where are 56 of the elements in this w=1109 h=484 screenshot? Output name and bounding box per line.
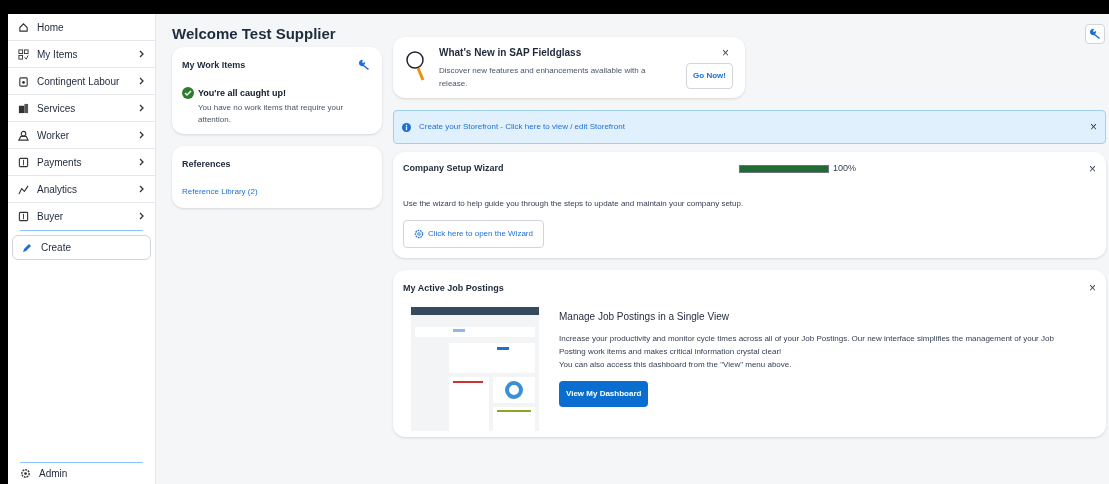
close-button[interactable]: × bbox=[718, 46, 733, 59]
chevron-right-icon bbox=[139, 158, 145, 166]
menu-item-icon bbox=[18, 48, 29, 60]
close-button[interactable]: × bbox=[1089, 282, 1096, 295]
gear-icon bbox=[20, 468, 31, 479]
menu-item-icon bbox=[18, 75, 29, 87]
pen-icon bbox=[21, 241, 33, 254]
status-message: You have no work items that require your attention. bbox=[198, 102, 345, 126]
card-title: My Work Items bbox=[182, 59, 246, 72]
sidebar-item[interactable]: Services bbox=[8, 95, 155, 122]
chevron-right-icon bbox=[139, 77, 145, 85]
sidebar-item[interactable]: Contingent Labour bbox=[8, 68, 155, 95]
sidebar-item[interactable]: Buyer bbox=[8, 203, 155, 230]
go-now-button[interactable]: Go Now! bbox=[686, 62, 733, 89]
menu-item-icon bbox=[18, 183, 29, 195]
chevron-right-icon bbox=[139, 104, 145, 112]
card-title: Company Setup Wizard bbox=[403, 162, 505, 175]
menu-item-icon bbox=[18, 210, 29, 222]
gear-icon bbox=[414, 228, 424, 239]
dashboard-hint: You can also access this dashboard from the "View" menu above. bbox=[559, 359, 793, 371]
sidebar-item[interactable]: Worker bbox=[8, 122, 155, 149]
job-postings-description: Increase your productivity and monitor cycle times across all of your Job Postings. Our new interface simplifies the management of your Job Posting work items and makes critical information crystal clear! bbox=[559, 333, 1055, 358]
storefront-link[interactable]: Create your Storefront - Click here to view / edit Storefront bbox=[419, 121, 1082, 133]
sidebar-item[interactable]: Home bbox=[8, 14, 155, 41]
menu-item-icon bbox=[18, 129, 29, 141]
page-title: Welcome Test Supplier bbox=[172, 26, 336, 41]
check-circle-icon bbox=[182, 86, 194, 99]
card-title: References bbox=[182, 158, 232, 171]
admin-item[interactable]: Admin bbox=[8, 463, 155, 484]
menu-item-icon bbox=[18, 156, 29, 168]
create-button[interactable]: Create bbox=[12, 235, 151, 260]
sidebar-item[interactable]: Payments bbox=[8, 149, 155, 176]
open-wizard-button[interactable]: Click here to open the Wizard bbox=[403, 219, 544, 248]
sidebar-item[interactable]: Analytics bbox=[8, 176, 155, 203]
close-button[interactable]: × bbox=[1089, 162, 1096, 175]
reference-library-link[interactable]: Reference Library (2) bbox=[182, 185, 372, 198]
wrench-icon bbox=[1089, 28, 1101, 40]
wizard-description: Use the wizard to help guide you through the steps to update and maintain your company setup. bbox=[403, 197, 745, 210]
chevron-right-icon bbox=[139, 212, 145, 220]
card-description: Discover new features and enhancements available with a release. bbox=[439, 65, 647, 90]
chevron-right-icon bbox=[139, 131, 145, 139]
progress-reading: 100% bbox=[833, 162, 858, 175]
section-heading: Manage Job Postings in a Single View bbox=[559, 310, 730, 324]
settings-button[interactable] bbox=[1085, 24, 1105, 44]
card-title: My Active Job Postings bbox=[403, 281, 505, 295]
info-icon bbox=[402, 122, 411, 132]
close-button[interactable]: × bbox=[1090, 121, 1097, 133]
menu-item-icon bbox=[18, 21, 29, 33]
card-title: What's New in SAP Fieldglass bbox=[439, 46, 583, 60]
sidebar-item[interactable]: My Items bbox=[8, 41, 155, 68]
wrench-icon bbox=[358, 59, 370, 71]
status-text: You're all caught up! bbox=[198, 86, 287, 100]
chevron-right-icon bbox=[139, 185, 145, 193]
view-dashboard-button[interactable]: View My Dashboard bbox=[559, 381, 649, 407]
chevron-right-icon bbox=[139, 50, 145, 58]
menu-item-icon bbox=[18, 102, 29, 114]
